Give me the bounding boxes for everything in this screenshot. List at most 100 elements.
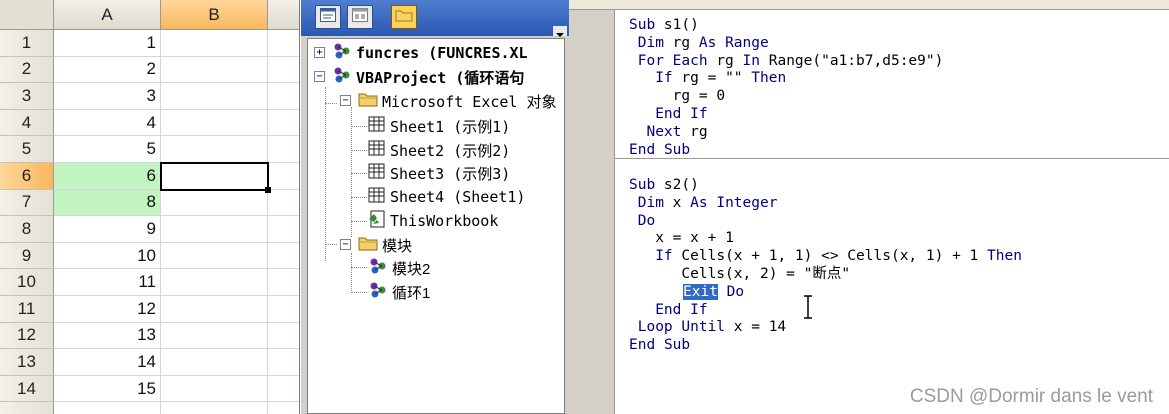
code-line[interactable]: If Cells(x + 1, 1) <> Cells(x, 1) + 1 Th… bbox=[629, 247, 1022, 265]
active-cell-b6[interactable] bbox=[160, 162, 269, 191]
tree-item-module-2[interactable]: 模块2 bbox=[368, 257, 430, 279]
select-all-corner[interactable] bbox=[0, 0, 54, 30]
cell-c[interactable] bbox=[268, 269, 299, 296]
cell-c[interactable] bbox=[268, 110, 299, 137]
toolbar-overflow-button[interactable] bbox=[553, 26, 567, 37]
cell-b[interactable] bbox=[161, 136, 268, 163]
row-header[interactable]: 13 bbox=[0, 349, 54, 376]
code-line[interactable]: End If bbox=[629, 301, 707, 319]
tree-item-thisworkbook[interactable]: ThisWorkbook bbox=[368, 210, 498, 232]
cell-a[interactable]: 12 bbox=[54, 296, 161, 323]
toggle-folders-button[interactable] bbox=[391, 5, 417, 29]
cell-a[interactable]: 13 bbox=[54, 322, 161, 350]
cell-a[interactable]: 15 bbox=[54, 375, 161, 403]
collapse-modules-toggle[interactable]: − bbox=[340, 239, 351, 250]
cell-a[interactable]: 8 bbox=[54, 189, 161, 217]
code-line[interactable]: Exit Do bbox=[683, 283, 744, 301]
cell-a[interactable]: 1 bbox=[54, 30, 161, 57]
code-line[interactable]: Dim rg As Range bbox=[629, 34, 769, 52]
cell-a[interactable]: 9 bbox=[54, 216, 161, 243]
tree-item-loop-1[interactable]: 循环1 bbox=[368, 281, 430, 303]
cell-c[interactable] bbox=[268, 323, 299, 350]
tree-item-vbaproject[interactable]: VBAProject (循环语句 bbox=[332, 66, 524, 88]
code-line[interactable]: Loop Until x = 14 bbox=[629, 318, 786, 336]
cell-c[interactable] bbox=[268, 349, 299, 376]
tree-folder-excel-objects[interactable]: Microsoft Excel 对象 bbox=[358, 90, 557, 112]
cell-c[interactable] bbox=[268, 243, 299, 270]
collapse-excel-objects-toggle[interactable]: − bbox=[340, 95, 351, 106]
view-code-button[interactable] bbox=[315, 5, 341, 29]
code-line[interactable]: Next rg bbox=[629, 123, 707, 141]
cell-a[interactable]: 5 bbox=[54, 136, 161, 163]
code-line[interactable]: For Each rg In Range("a1:b7,d5:e9") bbox=[629, 52, 944, 70]
row-header[interactable]: 3 bbox=[0, 83, 54, 110]
cell-c[interactable] bbox=[268, 296, 299, 323]
cell-b[interactable] bbox=[161, 349, 268, 376]
row-header[interactable]: 6 bbox=[0, 163, 54, 190]
cell-a[interactable] bbox=[54, 402, 161, 414]
row-header[interactable]: 14 bbox=[0, 375, 54, 403]
cell-b[interactable] bbox=[161, 189, 268, 217]
cell-a[interactable]: 6 bbox=[54, 163, 161, 190]
row-header[interactable]: 8 bbox=[0, 216, 54, 243]
code-line[interactable]: x = x + 1 bbox=[629, 229, 734, 247]
cell-c[interactable] bbox=[268, 57, 299, 84]
tree-item-sheet4[interactable]: Sheet4 (Sheet1) bbox=[368, 186, 525, 208]
column-header-c[interactable] bbox=[268, 0, 299, 30]
cell-a[interactable]: 4 bbox=[54, 109, 161, 137]
column-header-a[interactable]: A bbox=[54, 0, 161, 30]
code-line[interactable]: Sub s2() bbox=[629, 176, 699, 194]
cell-b[interactable] bbox=[161, 109, 268, 137]
cell-c[interactable] bbox=[268, 402, 299, 414]
tree-item-sheet2[interactable]: Sheet2 (示例2) bbox=[368, 139, 510, 161]
row-header[interactable]: 5 bbox=[0, 136, 54, 163]
cell-b[interactable] bbox=[161, 375, 268, 403]
cell-c[interactable] bbox=[268, 190, 299, 217]
expand-funcres-toggle[interactable]: + bbox=[314, 47, 325, 58]
tree-item-sheet1[interactable]: Sheet1 (示例1) bbox=[368, 115, 510, 137]
cell-a[interactable]: 3 bbox=[54, 83, 161, 110]
cell-a[interactable]: 11 bbox=[54, 269, 161, 296]
row-header[interactable]: 7 bbox=[0, 189, 54, 217]
cell-b[interactable] bbox=[161, 322, 268, 350]
view-object-button[interactable] bbox=[347, 5, 373, 29]
code-editor[interactable]: Sub s1() Dim rg As Range For Each rg In … bbox=[615, 10, 1169, 414]
cell-b[interactable] bbox=[161, 56, 268, 84]
code-line[interactable]: rg = 0 bbox=[629, 87, 725, 105]
code-line[interactable]: Cells(x, 2) = "断点" bbox=[629, 265, 850, 283]
code-line[interactable]: Dim x As Integer bbox=[629, 194, 778, 212]
fill-handle[interactable] bbox=[265, 186, 271, 193]
tree-item-sheet3[interactable]: Sheet3 (示例3) bbox=[368, 162, 510, 184]
column-header-b[interactable]: B bbox=[161, 0, 268, 30]
code-line[interactable]: Sub s1() bbox=[629, 16, 699, 34]
cell-b[interactable] bbox=[161, 402, 268, 414]
cell-c[interactable] bbox=[268, 216, 299, 243]
cell-c[interactable] bbox=[268, 163, 299, 190]
code-margin-indicator-bar[interactable] bbox=[569, 10, 615, 414]
row-header[interactable]: 1 bbox=[0, 30, 54, 57]
cell-b[interactable] bbox=[161, 242, 268, 270]
row-header[interactable]: 2 bbox=[0, 56, 54, 84]
cell-c[interactable] bbox=[268, 30, 299, 57]
cell-a[interactable]: 2 bbox=[54, 56, 161, 84]
row-header[interactable] bbox=[0, 402, 54, 414]
row-header[interactable]: 4 bbox=[0, 109, 54, 137]
row-header[interactable]: 11 bbox=[0, 296, 54, 323]
code-line[interactable]: End Sub bbox=[629, 336, 690, 354]
row-header[interactable]: 9 bbox=[0, 242, 54, 270]
code-line[interactable]: End If bbox=[629, 105, 707, 123]
code-line[interactable]: End Sub bbox=[629, 141, 690, 159]
code-line[interactable]: If rg = "" Then bbox=[629, 69, 786, 87]
cell-b[interactable] bbox=[161, 269, 268, 296]
row-header[interactable]: 10 bbox=[0, 269, 54, 296]
cell-b[interactable] bbox=[161, 216, 268, 243]
cell-c[interactable] bbox=[268, 83, 299, 110]
cell-c[interactable] bbox=[268, 376, 299, 403]
tree-folder-modules[interactable]: 模块 bbox=[358, 234, 412, 256]
cell-a[interactable]: 10 bbox=[54, 242, 161, 270]
code-line[interactable]: Do bbox=[629, 212, 655, 230]
cell-b[interactable] bbox=[161, 83, 268, 110]
collapse-vbaproject-toggle[interactable]: − bbox=[314, 71, 325, 82]
cell-b[interactable] bbox=[161, 30, 268, 57]
cell-a[interactable]: 14 bbox=[54, 349, 161, 376]
